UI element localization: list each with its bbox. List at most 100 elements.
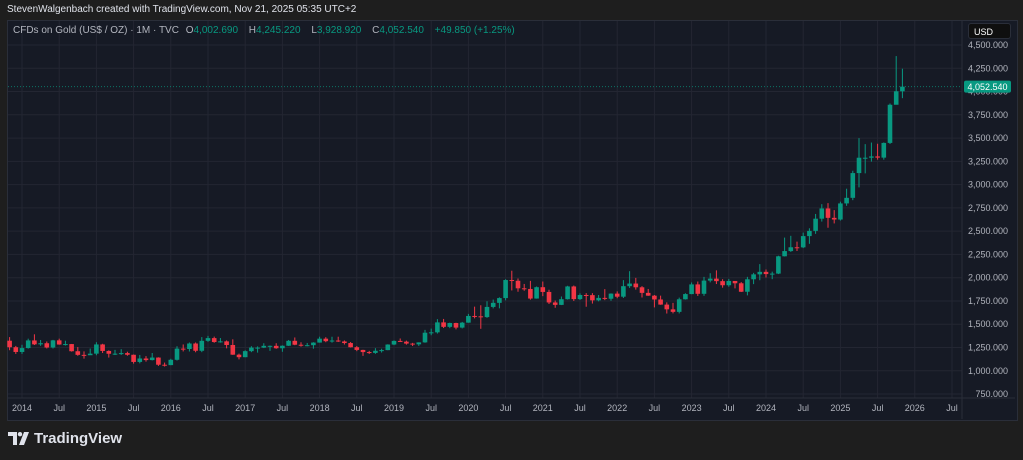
high-value: 4,245.220 (256, 25, 301, 36)
candle-up (304, 345, 310, 347)
x-tick-label: Jul (128, 403, 140, 413)
candle-down (44, 343, 50, 348)
candle-down (7, 340, 12, 348)
x-tick-label: Jul (649, 403, 661, 413)
y-tick-label: 1,500.000 (968, 319, 1008, 329)
candle-down (825, 208, 831, 218)
symbol-title[interactable]: CFDs on Gold (US$ / OZ) · 1M · TVC (13, 25, 179, 36)
candle-up (218, 341, 223, 343)
candle-down (614, 293, 620, 297)
candle-down (125, 353, 130, 355)
y-tick-label: 3,750.000 (968, 110, 1008, 120)
candle-down (763, 271, 769, 275)
candle-up (807, 230, 812, 237)
candle-up (621, 286, 626, 297)
currency-button[interactable]: USD (968, 23, 1011, 39)
y-tick-label: 2,500.000 (968, 226, 1008, 236)
candle-down (571, 286, 577, 300)
candle-up (869, 156, 874, 158)
candle-down (397, 340, 403, 342)
candle-up (466, 315, 471, 323)
y-tick-label: 1,000.000 (968, 366, 1008, 376)
candle-up (87, 353, 93, 356)
candle-up (676, 299, 682, 312)
x-tick-label: 2024 (756, 403, 776, 413)
candle-down (552, 302, 558, 305)
candle-up (50, 340, 56, 348)
candle-up (745, 279, 750, 292)
candle-down (32, 340, 37, 345)
candle-up (25, 340, 31, 349)
candle-down (528, 288, 533, 299)
candle-up (751, 274, 756, 280)
candle-up (683, 294, 688, 300)
x-tick-label: Jul (277, 403, 289, 413)
candle-up (137, 358, 143, 362)
candle-up (596, 297, 601, 301)
candle-down (478, 316, 484, 318)
candle-down (652, 295, 657, 300)
candle-down (81, 354, 87, 356)
change-value: +49.850 (+1.25%) (434, 25, 515, 36)
candle-up (856, 157, 862, 174)
candle-down (515, 280, 521, 289)
candle-up (757, 271, 763, 275)
tradingview-logo-icon (8, 431, 29, 445)
candle-up (559, 299, 564, 305)
candle-down (131, 354, 136, 362)
candle-up (118, 353, 124, 355)
candle-up (577, 295, 583, 300)
tradingview-logo[interactable]: TradingView (8, 430, 122, 447)
candle-up (782, 251, 787, 257)
candle-down (180, 348, 186, 350)
candle-down (348, 343, 353, 348)
candle-down (738, 283, 744, 292)
candle-down (441, 322, 446, 327)
x-tick-label: 2020 (458, 403, 478, 413)
candle-up (788, 247, 794, 252)
candle-up (813, 218, 818, 231)
candle-up (769, 273, 775, 275)
candle-down (366, 352, 372, 354)
candle-up (249, 347, 254, 352)
candle-up (373, 350, 378, 353)
y-tick-label: 4,250.000 (968, 63, 1008, 73)
y-tick-label: 1,750.000 (968, 296, 1008, 306)
candle-up (255, 347, 260, 349)
candle-down (831, 217, 837, 220)
x-tick-label: 2019 (384, 403, 404, 413)
candle-up (385, 344, 391, 351)
candle-down (162, 364, 167, 366)
candle-down (639, 287, 645, 293)
candle-up (311, 342, 316, 346)
x-tick-label: Jul (500, 403, 512, 413)
candle-down (658, 299, 663, 305)
y-tick-label: 3,000.000 (968, 180, 1008, 190)
open-label: O (185, 25, 194, 36)
candle-down (230, 344, 236, 355)
candle-up (199, 340, 205, 351)
candle-up (428, 332, 434, 334)
candle-down (323, 338, 329, 342)
candle-down (583, 295, 589, 297)
candle-down (695, 284, 701, 294)
candle-up (435, 322, 440, 333)
candle-up (893, 91, 899, 105)
candle-down (664, 304, 670, 310)
candle-up (627, 283, 632, 287)
candle-down (75, 351, 81, 355)
candle-up (534, 287, 539, 299)
candle-down (875, 156, 880, 158)
y-tick-label: 4,500.000 (968, 40, 1008, 50)
x-tick-label: Jul (351, 403, 363, 413)
candle-down (540, 287, 546, 292)
candle-up (94, 344, 99, 354)
candle-up (689, 284, 694, 295)
candle-down (720, 281, 725, 286)
y-tick-label: 2,000.000 (968, 273, 1008, 283)
x-tick-label: Jul (574, 403, 586, 413)
y-tick-label: 2,750.000 (968, 203, 1008, 213)
candle-up (242, 351, 248, 358)
candle-down (633, 283, 639, 288)
candlestick-chart[interactable]: 4,500.0004,250.0004,000.0003,750.0003,50… (0, 0, 1023, 460)
